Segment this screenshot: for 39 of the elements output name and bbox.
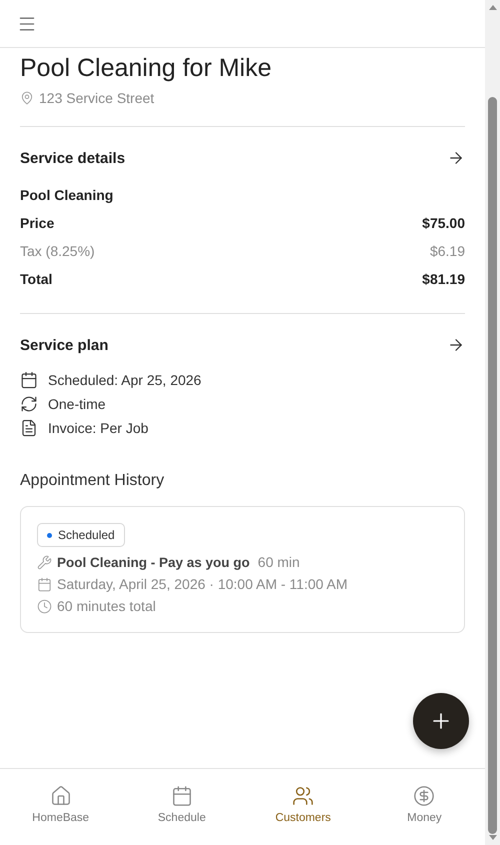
- section-heading: Appointment History: [20, 472, 166, 490]
- appointment-service: Pool Cleaning - Pay as you go: [57, 554, 250, 570]
- calendar-icon: [170, 784, 193, 806]
- appointment-total: 60 minutes total: [57, 598, 156, 614]
- line-label: Tax (8.25%): [20, 242, 95, 261]
- nav-tab[interactable]: Money: [364, 769, 485, 845]
- arrow-right-icon[interactable]: [447, 149, 465, 167]
- line-amount: $75.00: [422, 214, 465, 233]
- page-title: Pool Cleaning for Mike: [20, 53, 273, 84]
- home-icon: [50, 784, 72, 806]
- service-name: Pool Cleaning: [20, 186, 114, 205]
- address: 123 Service Street: [39, 90, 154, 106]
- wrench-icon: [37, 554, 52, 570]
- calendar-icon: [20, 371, 38, 389]
- users-icon: [292, 784, 314, 806]
- calendar-icon: [37, 576, 52, 592]
- nav-tab[interactable]: HomeBase: [0, 769, 122, 845]
- appointment-card[interactable]: Scheduled Pool Cleaning - Pay as you go 60 min Saturday, April 25, 2026 · 10:00 AM - 11:00 AM 60 minutes total: [20, 506, 465, 633]
- clock-icon: [37, 598, 52, 614]
- appointment-time: Saturday, April 25, 2026 · 10:00 AM - 11:00 AM: [57, 576, 348, 592]
- arrow-right-icon[interactable]: [447, 336, 465, 354]
- nav-tab[interactable]: Customers: [242, 769, 364, 845]
- status-label: Scheduled: [58, 528, 115, 542]
- section-heading: Service plan: [20, 336, 108, 354]
- nav-tab[interactable]: Schedule: [121, 769, 242, 845]
- document-icon: [20, 419, 38, 437]
- repeat-icon: [20, 395, 38, 413]
- line-label: Total: [20, 270, 52, 289]
- location-pin-icon: [20, 91, 34, 105]
- plan-detail: One-time: [48, 395, 106, 414]
- appointment-duration: 60 min: [258, 554, 300, 570]
- plan-detail: Invoice: Per Job: [48, 419, 148, 438]
- line-amount: $81.19: [422, 270, 465, 289]
- plan-detail: Scheduled: Apr 25, 2026: [48, 371, 202, 390]
- line-amount: $6.19: [430, 242, 465, 261]
- section-heading: Service details: [20, 150, 126, 166]
- line-label: Price: [20, 214, 54, 233]
- add-button[interactable]: [413, 693, 469, 749]
- dollar-icon: [413, 784, 436, 806]
